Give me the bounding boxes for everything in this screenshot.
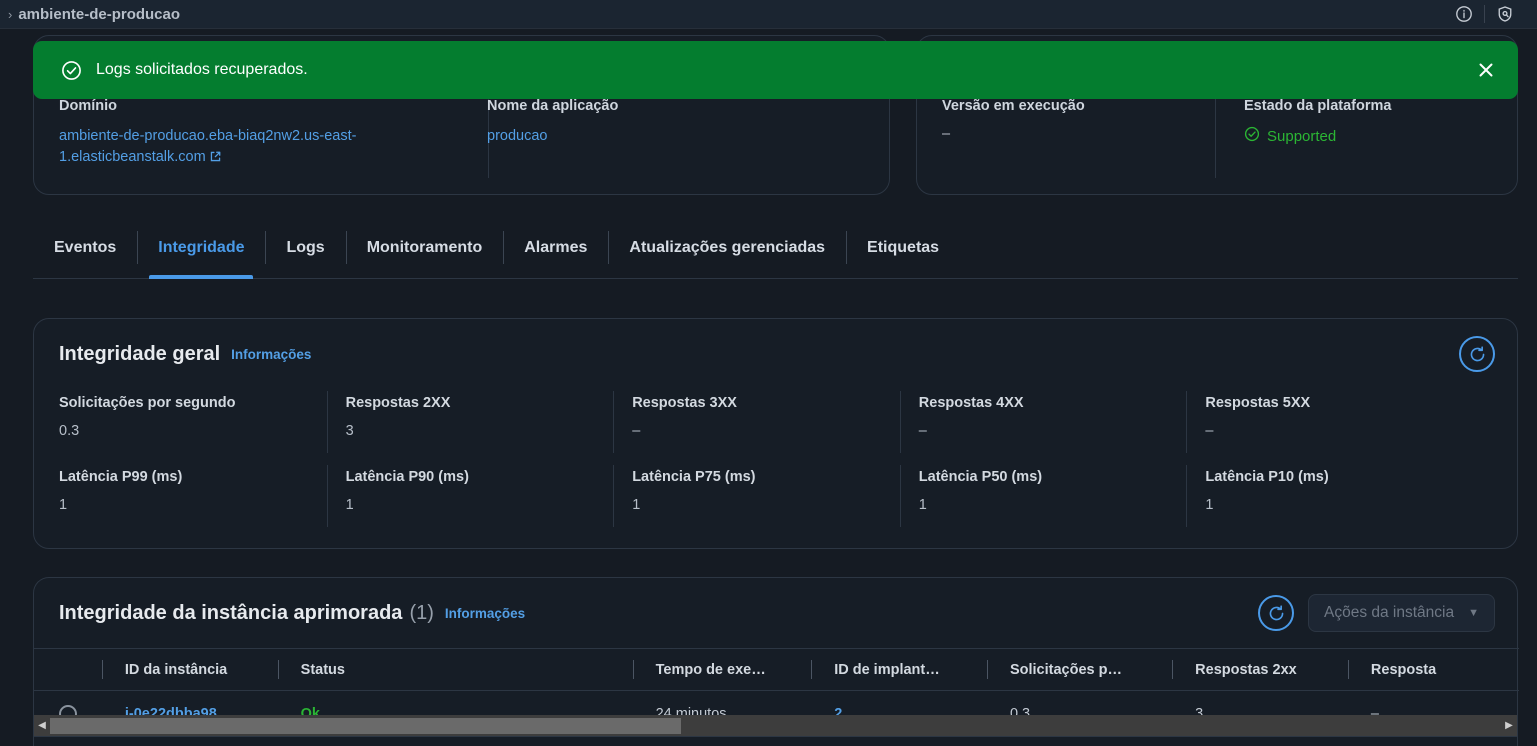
- metric-value: 1: [345, 497, 354, 513]
- domain-link[interactable]: ambiente-de-producao.eba-biaq2nw2.us-eas…: [59, 126, 431, 170]
- tab-logs[interactable]: Logs: [265, 217, 345, 278]
- instance-health-count: (1): [409, 601, 434, 624]
- metric-value: 0.3: [59, 423, 80, 439]
- metric-label: Respostas 4XX: [918, 395, 1024, 411]
- scroll-left-arrow-icon[interactable]: ◀: [34, 716, 50, 736]
- instance-health-title: Integridade da instância aprimorada: [59, 601, 403, 624]
- tab-bar: Eventos Integridade Logs Monitoramento A…: [33, 217, 1518, 279]
- metric-responses-5xx: Respostas 5XX –: [1205, 389, 1492, 463]
- table-header-uptime[interactable]: Tempo de exe…: [632, 649, 812, 690]
- breadcrumb: › ambiente-de-producao: [0, 6, 180, 23]
- metric-label: Respostas 3XX: [632, 395, 737, 411]
- instance-actions-label: Ações da instância: [1324, 604, 1455, 621]
- flash-message: Logs solicitados recuperados.: [96, 61, 308, 78]
- tab-eventos[interactable]: Eventos: [33, 217, 137, 278]
- info-icon[interactable]: [1444, 0, 1484, 28]
- breadcrumb-current[interactable]: ambiente-de-producao: [18, 6, 180, 23]
- instance-health-info-link[interactable]: Informações: [445, 606, 525, 621]
- breadcrumb-chevron-icon: ›: [8, 6, 13, 22]
- metric-responses-2xx: Respostas 2XX 3: [346, 389, 633, 463]
- refresh-icon[interactable]: [1459, 336, 1495, 372]
- overview-label-app-name: Nome da aplicação: [487, 98, 619, 114]
- metric-label: Respostas 2XX: [345, 395, 451, 411]
- shield-icon[interactable]: [1485, 0, 1525, 28]
- metric-latency-p10: Latência P10 (ms) 1: [1205, 463, 1492, 537]
- metric-latency-p99: Latência P99 (ms) 1: [59, 463, 346, 537]
- topbar-icons: [1444, 0, 1525, 28]
- metric-value: 1: [59, 497, 68, 513]
- refresh-icon[interactable]: [1258, 595, 1294, 631]
- overview-field-app-name: Nome da aplicação producao: [487, 98, 618, 147]
- metric-value: 1: [1205, 497, 1214, 513]
- metric-label: Latência P75 (ms): [632, 469, 756, 485]
- tab-etiquetas[interactable]: Etiquetas: [846, 217, 960, 278]
- metric-value: –: [1205, 423, 1214, 439]
- overview-field-platform-state: Estado da plataforma Supported: [1244, 98, 1391, 146]
- table-header-row: ID da instância Status Tempo de exe… ID …: [34, 648, 1519, 691]
- overall-health-panel: Integridade geral Informações Solicitaçõ…: [33, 318, 1518, 549]
- table-header-status[interactable]: Status: [277, 649, 633, 690]
- scroll-right-arrow-icon[interactable]: ▶: [1501, 716, 1517, 736]
- success-flash-banner: Logs solicitados recuperados.: [33, 41, 1518, 99]
- overall-health-metrics-row-2: Latência P99 (ms) 1 Latência P90 (ms) 1 …: [34, 463, 1517, 537]
- metric-label: Solicitações por segundo: [59, 395, 236, 411]
- breadcrumb-bar: › ambiente-de-producao: [0, 0, 1537, 28]
- metric-responses-3xx: Respostas 3XX –: [632, 389, 919, 463]
- chevron-down-icon: ▼: [1468, 606, 1479, 619]
- metric-value: –: [632, 423, 641, 439]
- tab-integridade[interactable]: Integridade: [137, 217, 265, 279]
- scrollbar-track[interactable]: [50, 716, 1501, 736]
- metric-responses-4xx: Respostas 4XX –: [919, 389, 1206, 463]
- table-header-deployment-id[interactable]: ID de implant…: [811, 649, 987, 690]
- metric-value: 1: [918, 497, 927, 513]
- metric-label: Latência P10 (ms): [1205, 469, 1329, 485]
- overview-field-running-version: Versão em execução –: [942, 98, 1085, 142]
- overall-health-info-link[interactable]: Informações: [231, 347, 311, 362]
- metric-value: –: [918, 423, 927, 439]
- metric-label: Latência P99 (ms): [59, 469, 183, 485]
- overall-health-title: Integridade geral: [59, 342, 221, 365]
- metric-label: Respostas 5XX: [1205, 395, 1311, 411]
- overall-health-metrics-row-1: Solicitações por segundo 0.3 Respostas 2…: [34, 389, 1517, 463]
- tab-atualizacoes-gerenciadas[interactable]: Atualizações gerenciadas: [608, 217, 846, 278]
- metric-latency-p50: Latência P50 (ms) 1: [919, 463, 1206, 537]
- metric-label: Latência P90 (ms): [345, 469, 469, 485]
- overview-field-domain: Domínio ambiente-de-producao.eba-biaq2nw…: [59, 98, 431, 170]
- overview-label-domain: Domínio: [59, 98, 117, 114]
- metric-latency-p90: Latência P90 (ms) 1: [346, 463, 633, 537]
- instance-health-header: Integridade da instância aprimorada (1) …: [34, 578, 1517, 648]
- tab-alarmes[interactable]: Alarmes: [503, 217, 608, 278]
- table-horizontal-scrollbar[interactable]: ◀ ▶: [33, 715, 1518, 737]
- application-name-link[interactable]: producao: [487, 126, 618, 147]
- table-header-requests-per-second[interactable]: Solicitações p…: [986, 649, 1172, 690]
- metric-label: Latência P50 (ms): [918, 469, 1043, 485]
- metric-value: 1: [632, 497, 641, 513]
- metric-latency-p75: Latência P75 (ms) 1: [632, 463, 919, 537]
- scrollbar-thumb[interactable]: [50, 717, 682, 734]
- table-header-responses-2xx[interactable]: Respostas 2xx: [1172, 649, 1348, 690]
- platform-state-value: Supported: [1267, 127, 1337, 145]
- main-content: Domínio ambiente-de-producao.eba-biaq2nw…: [0, 28, 1537, 746]
- overall-health-header: Integridade geral Informações: [34, 319, 1517, 389]
- overview-value-running-version: –: [942, 126, 951, 142]
- instance-actions-dropdown[interactable]: Ações da instância ▼: [1308, 594, 1495, 632]
- overview-label-platform-state: Estado da plataforma: [1244, 98, 1392, 114]
- table-header-responses-3xx[interactable]: Resposta: [1347, 649, 1519, 690]
- check-circle-icon: [61, 60, 82, 81]
- table-header-instance-id[interactable]: ID da instância: [101, 649, 278, 690]
- platform-state-status: Supported: [1244, 126, 1391, 146]
- metric-requests-per-second: Solicitações por segundo 0.3: [59, 389, 346, 463]
- check-circle-icon: [1244, 126, 1260, 146]
- table-header-select: [34, 649, 102, 690]
- metric-value: 3: [345, 423, 354, 439]
- external-link-icon: [209, 149, 222, 170]
- close-icon[interactable]: [1468, 52, 1504, 88]
- tab-monitoramento[interactable]: Monitoramento: [345, 217, 504, 278]
- overview-label-running-version: Versão em execução: [942, 98, 1085, 114]
